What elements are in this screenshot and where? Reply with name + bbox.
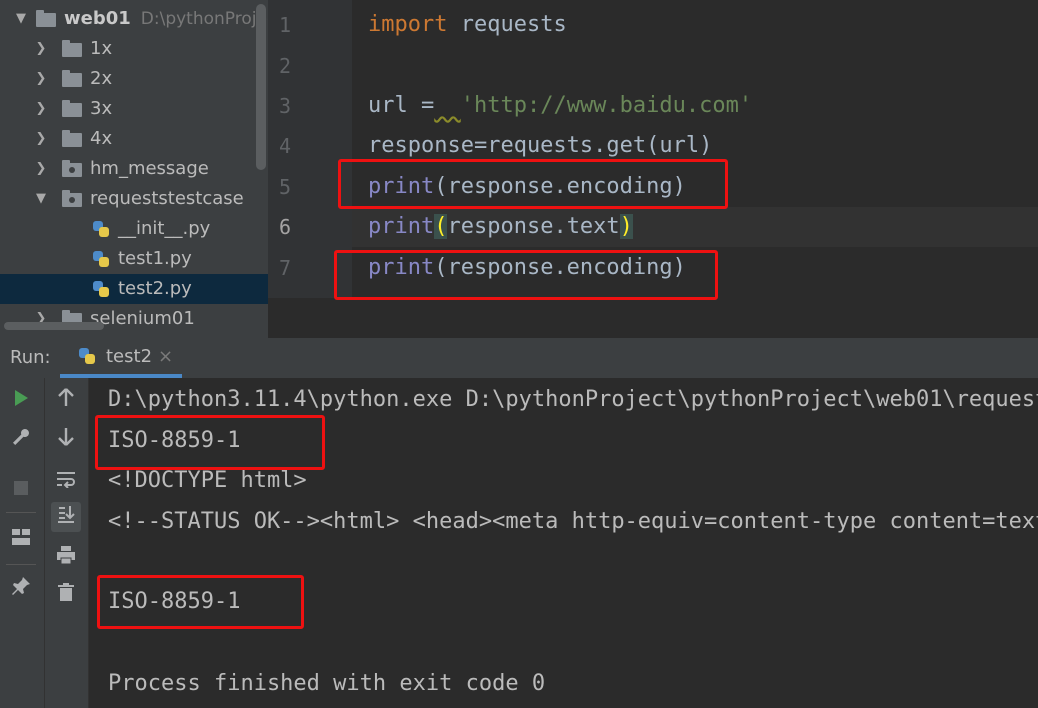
code-line-4[interactable]: response=requests.get(url) <box>368 126 712 166</box>
folder-icon <box>62 130 82 147</box>
tree-item-label: requeststestcase <box>90 188 244 209</box>
print-icon[interactable] <box>51 543 81 573</box>
line-number: 7 <box>278 256 292 280</box>
folder-icon <box>62 70 82 87</box>
line-number: 4 <box>278 134 292 158</box>
chevron-right-icon[interactable]: ❯ <box>34 154 48 184</box>
chevron-right-icon[interactable]: ❯ <box>34 124 48 154</box>
run-title: Run: <box>10 347 51 368</box>
folder-icon <box>62 100 82 117</box>
code-line-1[interactable]: import requests <box>368 5 567 45</box>
tree-item-4x[interactable]: ❯ 4x <box>0 124 268 154</box>
line-number: 5 <box>278 175 292 199</box>
chevron-right-icon[interactable]: ❯ <box>34 34 48 64</box>
wrench-icon[interactable] <box>6 425 36 455</box>
play-icon[interactable] <box>6 385 36 415</box>
tree-item-init-py[interactable]: __init__.py <box>0 214 268 244</box>
tree-item-3x[interactable]: ❯ 3x <box>0 94 268 124</box>
code-line-6[interactable]: print(response.text) <box>368 207 633 247</box>
code-line-7[interactable]: print(response.encoding) <box>368 248 686 288</box>
folder-icon <box>36 10 56 27</box>
run-tab-test2[interactable]: test2 × <box>60 338 182 378</box>
python-file-icon <box>92 250 110 268</box>
tree-item-label: test2.py <box>118 278 192 299</box>
project-tool-window: ▼ web01 D:\pythonProjec ❯ 1x ❯ 2x ❯ 3x ❯ … <box>0 0 268 338</box>
python-file-icon <box>92 220 110 238</box>
python-icon <box>78 347 96 365</box>
console-line: ISO-8859-1 <box>108 589 241 614</box>
horizontal-scrollbar[interactable] <box>4 322 104 330</box>
run-toolbar <box>0 378 89 708</box>
code-editor[interactable]: 1 2 3 4 5 6 7 import requests url = 'htt… <box>268 0 1038 338</box>
console-line: <!DOCTYPE html> <box>108 468 307 493</box>
root-name: web01 <box>64 8 131 29</box>
console-line-exit: Process finished with exit code 0 <box>108 671 546 696</box>
tree-item-test1-py[interactable]: test1.py <box>0 244 268 274</box>
run-tab-label: test2 <box>106 346 153 367</box>
layout-icon[interactable] <box>6 524 36 554</box>
tree-root-web01[interactable]: ▼ web01 D:\pythonProjec <box>0 4 268 34</box>
tree-item-label: test1.py <box>118 248 192 269</box>
tree-item-label: hm_message <box>90 158 209 179</box>
matched-paren: ( <box>434 214 448 239</box>
run-console-output[interactable]: D:\python3.11.4\python.exe D:\pythonProj… <box>89 378 1038 708</box>
tree-item-hm-message[interactable]: ❯ hm_message <box>0 154 268 184</box>
line-number: 1 <box>278 13 292 37</box>
keyword-import: import <box>368 12 448 37</box>
weak-warning <box>434 93 461 118</box>
chevron-right-icon[interactable]: ❯ <box>34 94 48 124</box>
tree-item-1x[interactable]: ❯ 1x <box>0 34 268 64</box>
console-line-command: D:\python3.11.4\python.exe D:\pythonProj… <box>108 387 1038 412</box>
tree-item-label: __init__.py <box>118 218 211 239</box>
folder-icon <box>62 40 82 57</box>
stop-icon[interactable] <box>6 474 36 504</box>
run-tool-window-header: Run: test2 × <box>0 338 1038 378</box>
tree-item-label: 2x <box>90 68 113 89</box>
arrow-up-icon[interactable] <box>51 385 81 415</box>
chevron-down-icon[interactable]: ▼ <box>14 4 28 34</box>
pin-icon[interactable] <box>6 574 36 604</box>
tree-item-label: 4x <box>90 128 113 149</box>
line-number: 6 <box>278 215 292 239</box>
console-line: <!--STATUS OK--><html> <head><meta http-… <box>108 509 1038 534</box>
line-number: 3 <box>278 94 292 118</box>
package-folder-icon <box>62 160 82 177</box>
code-line-3[interactable]: url = 'http://www.baidu.com' <box>368 86 752 126</box>
chevron-right-icon[interactable]: ❯ <box>34 64 48 94</box>
tree-item-2x[interactable]: ❯ 2x <box>0 64 268 94</box>
package-folder-icon <box>62 190 82 207</box>
matched-paren: ) <box>619 214 633 239</box>
tree-item-label: 1x <box>90 38 113 59</box>
string-literal: 'http://www.baidu.com' <box>460 93 753 118</box>
line-number: 2 <box>278 54 292 78</box>
tree-item-requeststestcase[interactable]: ▼ requeststestcase <box>0 184 268 214</box>
close-icon[interactable]: × <box>158 338 173 376</box>
builtin-print: print <box>368 255 435 280</box>
builtin-print: print <box>368 174 435 199</box>
tree-item-label: selenium01 <box>90 308 195 329</box>
vertical-scrollbar[interactable] <box>256 4 266 170</box>
soft-wrap-icon[interactable] <box>51 466 81 496</box>
python-file-icon <box>92 280 110 298</box>
root-path: D:\pythonProjec <box>140 9 268 29</box>
scroll-to-end-icon[interactable] <box>51 502 81 532</box>
builtin-print: print <box>368 214 435 239</box>
tree-item-label: 3x <box>90 98 113 119</box>
code-line-5[interactable]: print(response.encoding) <box>368 167 686 207</box>
arrow-down-icon[interactable] <box>51 425 81 455</box>
editor-empty-area[interactable] <box>268 298 1038 338</box>
trash-icon[interactable] <box>51 580 81 610</box>
tree-item-test2-py[interactable]: test2.py <box>0 274 268 304</box>
chevron-down-icon[interactable]: ▼ <box>34 184 48 214</box>
console-line: ISO-8859-1 <box>108 428 241 453</box>
